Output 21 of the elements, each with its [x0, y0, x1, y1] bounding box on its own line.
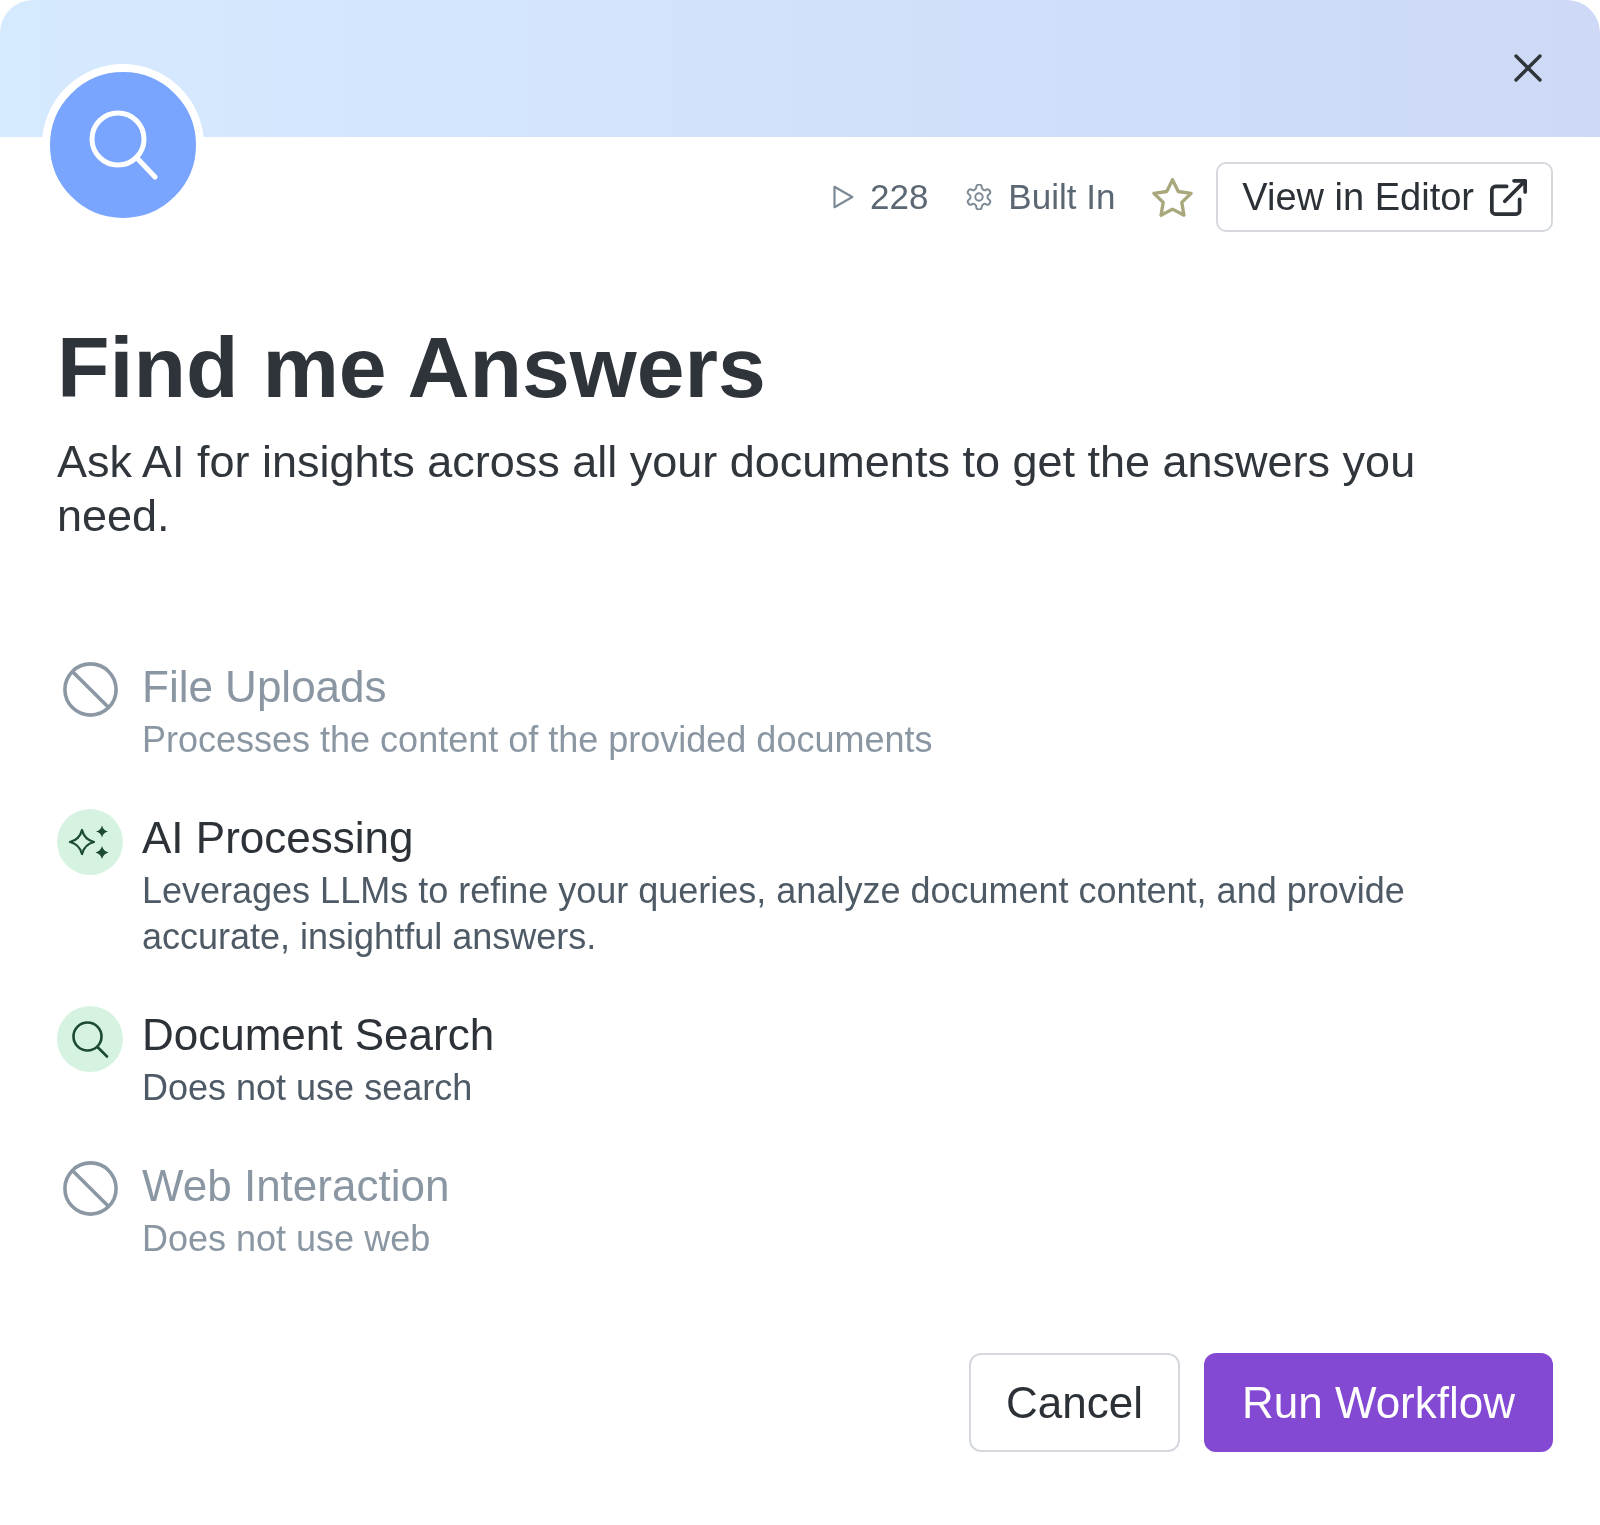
capability-description: Does not use web [142, 1217, 432, 1261]
cancel-button[interactable]: Cancel [969, 1353, 1180, 1452]
run-count: 228 [869, 177, 929, 217]
workflow-title: Find me Answers [57, 318, 767, 417]
gear-icon [966, 184, 993, 210]
view-in-editor-button[interactable]: View in Editor [1216, 162, 1553, 232]
run-workflow-button[interactable]: Run Workflow [1203, 1353, 1553, 1452]
source-label: Built In [1008, 177, 1116, 217]
capability-description: Processes the content of the provided documents [142, 718, 934, 762]
search-icon [88, 110, 158, 180]
workflow-description: Ask AI for insights across all your documents to get the answers you need. [57, 435, 1417, 543]
star-icon[interactable] [1152, 177, 1194, 217]
close-icon[interactable] [1514, 54, 1542, 82]
capability-title: AI Processing [142, 812, 415, 864]
capability-title: Document Search [142, 1009, 496, 1061]
capability-description: Leverages LLMs to refine your queries, analyze document content, and provide accurate, insightful answers. [142, 869, 1406, 959]
capability-title: Web Interaction [142, 1160, 451, 1212]
external-link-icon [1490, 178, 1527, 216]
capability-description: Does not use search [142, 1066, 474, 1110]
capability-title: File Uploads [142, 661, 388, 713]
play-icon [832, 185, 854, 209]
